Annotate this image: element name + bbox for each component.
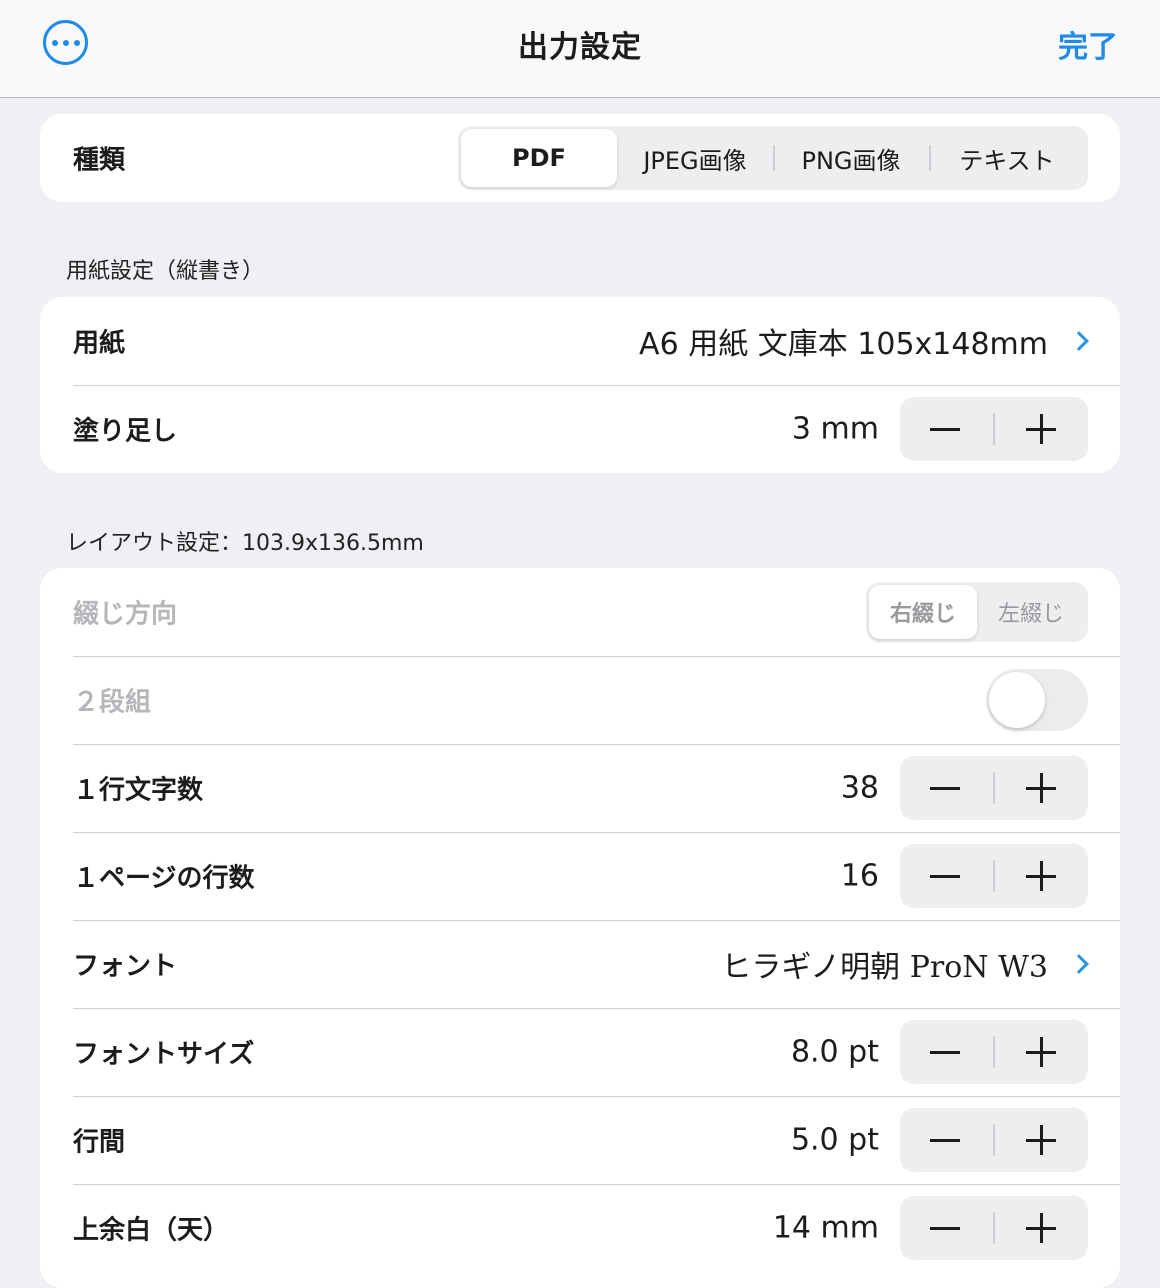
chars-per-line-label: １行文字数 bbox=[73, 775, 204, 806]
segment-jpeg[interactable]: JPEG画像 bbox=[617, 129, 773, 187]
paper-label: 用紙 bbox=[73, 328, 126, 359]
stepper-divider bbox=[993, 1212, 995, 1244]
bleed-row: 塗り足し 3 mm bbox=[40, 385, 1120, 473]
font-size-stepper bbox=[900, 1020, 1088, 1084]
font-size-value: 8.0 pt bbox=[790, 1034, 879, 1070]
minus-icon bbox=[930, 1139, 960, 1142]
page-title: 出力設定 bbox=[518, 30, 642, 65]
chars-per-line-stepper bbox=[900, 756, 1088, 820]
plus-icon-vertical bbox=[1040, 414, 1043, 444]
font-row[interactable]: フォント ヒラギノ明朝 ProN W3 bbox=[40, 920, 1120, 1008]
segment-left-binding[interactable]: 左綴じ bbox=[977, 585, 1085, 639]
top-margin-row: 上余白（天） 14 mm bbox=[40, 1184, 1120, 1272]
chevron-right-icon bbox=[1069, 331, 1089, 351]
layout-section-header: レイアウト設定：103.9x136.5mm bbox=[66, 531, 424, 556]
binding-direction-row: 綴じ方向 右綴じ 左綴じ bbox=[40, 568, 1120, 656]
type-segmented-control: PDF JPEG画像 PNG画像 テキスト bbox=[458, 126, 1088, 190]
plus-icon-vertical bbox=[1040, 1125, 1043, 1155]
bleed-label: 塗り足し bbox=[73, 416, 178, 447]
done-button[interactable]: 完了 bbox=[1058, 22, 1118, 66]
segment-text[interactable]: テキスト bbox=[929, 129, 1085, 187]
plus-icon-vertical bbox=[1040, 1213, 1043, 1243]
type-label: 種類 bbox=[73, 145, 126, 176]
minus-icon bbox=[930, 787, 960, 790]
toggle-knob bbox=[989, 672, 1045, 728]
font-label: フォント bbox=[73, 951, 178, 982]
minus-icon bbox=[930, 875, 960, 878]
paper-section-header: 用紙設定（縦書き） bbox=[66, 259, 265, 284]
binding-segmented-control: 右綴じ 左綴じ bbox=[866, 582, 1088, 642]
stepper-divider bbox=[993, 413, 995, 445]
minus-icon bbox=[930, 1227, 960, 1230]
lines-per-page-row: １ページの行数 16 bbox=[40, 832, 1120, 920]
top-margin-stepper bbox=[900, 1196, 1088, 1260]
type-card: 種類 PDF JPEG画像 PNG画像 テキスト bbox=[40, 114, 1120, 202]
lines-per-page-stepper bbox=[900, 844, 1088, 908]
lines-per-page-value: 16 bbox=[840, 858, 879, 894]
bleed-value: 3 mm bbox=[791, 411, 879, 447]
top-margin-label: 上余白（天） bbox=[73, 1215, 230, 1246]
navigation-bar: 出力設定 完了 bbox=[0, 0, 1160, 98]
line-spacing-label: 行間 bbox=[73, 1127, 126, 1158]
binding-direction-label: 綴じ方向 bbox=[73, 599, 178, 630]
segment-pdf[interactable]: PDF bbox=[461, 129, 617, 187]
font-value: ヒラギノ明朝 ProN W3 bbox=[721, 950, 1048, 985]
line-spacing-row: 行間 5.0 pt bbox=[40, 1096, 1120, 1184]
paper-row[interactable]: 用紙 A6 用紙 文庫本 105x148mm bbox=[40, 297, 1120, 385]
plus-icon-vertical bbox=[1040, 773, 1043, 803]
segment-right-binding[interactable]: 右綴じ bbox=[869, 585, 977, 639]
two-column-row: ２段組 bbox=[40, 656, 1120, 744]
layout-settings-card: 綴じ方向 右綴じ 左綴じ ２段組 １行文字数 38 １ページの行数 16 フォン… bbox=[40, 568, 1120, 1288]
minus-icon bbox=[930, 428, 960, 431]
stepper-divider bbox=[993, 1124, 995, 1156]
font-size-row: フォントサイズ 8.0 pt bbox=[40, 1008, 1120, 1096]
type-row: 種類 PDF JPEG画像 PNG画像 テキスト bbox=[40, 114, 1120, 202]
two-column-toggle[interactable] bbox=[986, 669, 1088, 731]
font-size-label: フォントサイズ bbox=[73, 1039, 255, 1070]
stepper-divider bbox=[993, 860, 995, 892]
segment-png[interactable]: PNG画像 bbox=[773, 129, 929, 187]
stepper-divider bbox=[993, 1036, 995, 1068]
bleed-stepper bbox=[900, 397, 1088, 461]
paper-value: A6 用紙 文庫本 105x148mm bbox=[639, 327, 1048, 362]
paper-settings-card: 用紙 A6 用紙 文庫本 105x148mm 塗り足し 3 mm bbox=[40, 297, 1120, 473]
lines-per-page-label: １ページの行数 bbox=[73, 863, 255, 894]
line-spacing-value: 5.0 pt bbox=[790, 1122, 879, 1158]
line-spacing-stepper bbox=[900, 1108, 1088, 1172]
plus-icon-vertical bbox=[1040, 1037, 1043, 1067]
two-column-label: ２段組 bbox=[73, 687, 152, 718]
chars-per-line-value: 38 bbox=[840, 770, 879, 806]
minus-icon bbox=[930, 1051, 960, 1054]
stepper-divider bbox=[993, 772, 995, 804]
chevron-right-icon bbox=[1069, 954, 1089, 974]
plus-icon-vertical bbox=[1040, 861, 1043, 891]
top-margin-value: 14 mm bbox=[772, 1210, 879, 1246]
chars-per-line-row: １行文字数 38 bbox=[40, 744, 1120, 832]
